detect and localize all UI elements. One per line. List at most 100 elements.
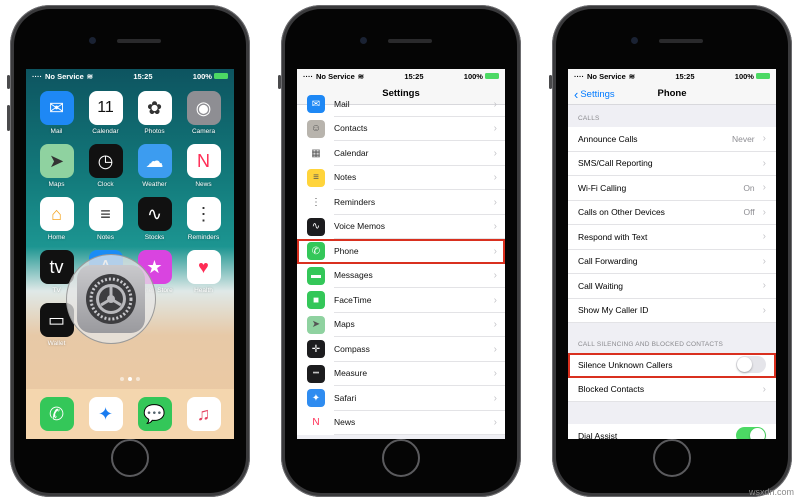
app-home[interactable]: ⌂ Home bbox=[32, 197, 81, 241]
app-notes[interactable]: ≡ Notes bbox=[81, 197, 130, 241]
calls-row-wi-fi-calling[interactable]: Wi-Fi Calling On › bbox=[568, 176, 776, 201]
chevron-right-icon: › bbox=[493, 368, 497, 380]
calls-row-label: Wi-Fi Calling bbox=[578, 182, 627, 193]
home-icon: ⌂ bbox=[39, 197, 74, 231]
settings-row-label: Contacts bbox=[334, 117, 505, 141]
carrier-label: No Service bbox=[316, 71, 355, 81]
wifi-icon: ≋ bbox=[357, 71, 365, 81]
signal-icon: ···· bbox=[574, 71, 584, 81]
settings-row-label: Phone bbox=[334, 239, 505, 264]
mute-switch bbox=[549, 75, 552, 89]
measure-icon: ┅ bbox=[307, 364, 325, 383]
phone-icon[interactable]: ✆ bbox=[39, 397, 74, 431]
calls-row-call-waiting[interactable]: Call Waiting › bbox=[568, 274, 776, 299]
settings-list: ✉ Mail › ☺ Contacts › ▦ Calendar › ≡ Notes › ⋮ Remind… bbox=[297, 92, 505, 435]
status-bar: ···· No Service ≋ 15:25 100% bbox=[297, 69, 505, 83]
settings-row-safari[interactable]: ✦ Safari › bbox=[297, 386, 505, 411]
app-label: Maps bbox=[48, 181, 65, 188]
volume-up-button bbox=[7, 105, 10, 131]
news-icon: N bbox=[186, 144, 221, 178]
app-weather[interactable]: ☁ Weather bbox=[130, 144, 179, 188]
compass-icon: ✛ bbox=[307, 340, 325, 359]
calls-row-respond-with-text[interactable]: Respond with Text › bbox=[568, 225, 776, 250]
back-button[interactable]: ‹ Settings bbox=[574, 83, 615, 105]
silence-unknown-callers-row[interactable]: Silence Unknown Callers bbox=[568, 353, 776, 378]
settings-row-calendar[interactable]: ▦ Calendar › bbox=[297, 141, 505, 166]
dial-assist-row[interactable]: Dial Assist bbox=[568, 424, 776, 439]
calls-row-announce-calls[interactable]: Announce Calls Never › bbox=[568, 127, 776, 152]
tv-icon: tv bbox=[39, 250, 74, 284]
page-dot-active bbox=[128, 377, 132, 381]
music-icon[interactable]: ♫ bbox=[186, 397, 221, 431]
settings-row-reminders[interactable]: ⋮ Reminders › bbox=[297, 190, 505, 215]
calls-row-call-forwarding[interactable]: Call Forwarding › bbox=[568, 249, 776, 274]
dial-assist-toggle[interactable] bbox=[736, 427, 766, 439]
clock-icon: ◷ bbox=[88, 144, 123, 178]
calendar-icon: 11 bbox=[88, 91, 123, 125]
dock: ✆ ✦ 💬 ♫ bbox=[26, 389, 234, 439]
chevron-right-icon: › bbox=[762, 304, 766, 316]
settings-row-compass[interactable]: ✛ Compass › bbox=[297, 337, 505, 362]
home-button[interactable] bbox=[111, 439, 149, 477]
wifi-icon: ≋ bbox=[628, 71, 636, 81]
settings-row-voice-memos[interactable]: ∿ Voice Memos › bbox=[297, 215, 505, 239]
settings-row-messages[interactable]: ▬ Messages › bbox=[297, 264, 505, 288]
app-calendar[interactable]: 11 Calendar bbox=[81, 91, 130, 135]
blocked-contacts-row[interactable]: Blocked Contacts › bbox=[568, 377, 776, 402]
home-screen: ···· No Service ≋ 15:25 100% ✉ Mail 11 Calend… bbox=[26, 69, 234, 439]
app-stocks[interactable]: ∿ Stocks bbox=[130, 197, 179, 241]
messages-icon[interactable]: 💬 bbox=[137, 397, 172, 431]
app-label: Reminders bbox=[187, 234, 220, 241]
earpiece-speaker bbox=[659, 39, 703, 43]
settings-row-notes[interactable]: ≡ Notes › bbox=[297, 166, 505, 190]
settings-row-mail[interactable]: ✉ Mail › bbox=[297, 92, 505, 117]
app-mail[interactable]: ✉ Mail bbox=[32, 91, 81, 135]
front-camera bbox=[631, 37, 638, 44]
app-label: Camera bbox=[191, 128, 216, 135]
app-reminders[interactable]: ⋮ Reminders bbox=[179, 197, 228, 241]
maps-icon: ➤ bbox=[39, 144, 74, 178]
page-indicator[interactable] bbox=[26, 377, 234, 381]
calls-row-label: Announce Calls bbox=[578, 133, 638, 144]
app-camera[interactable]: ◉ Camera bbox=[179, 91, 228, 135]
settings-row-news[interactable]: N News › bbox=[297, 411, 505, 435]
app-clock[interactable]: ◷ Clock bbox=[81, 144, 130, 188]
app-photos[interactable]: ✿ Photos bbox=[130, 91, 179, 135]
settings-row-maps[interactable]: ➤ Maps › bbox=[297, 313, 505, 337]
weather-icon: ☁ bbox=[137, 144, 172, 178]
carrier-label: No Service bbox=[45, 71, 84, 81]
app-label: News bbox=[195, 181, 212, 188]
toggle-knob bbox=[737, 357, 752, 373]
settings-row-facetime[interactable]: ■ FaceTime › bbox=[297, 288, 505, 313]
calls-row-show-my-caller-id[interactable]: Show My Caller ID › bbox=[568, 298, 776, 323]
page-title: Phone bbox=[657, 88, 687, 99]
settings-app-icon[interactable] bbox=[77, 265, 145, 333]
safari-icon[interactable]: ✦ bbox=[88, 397, 123, 431]
home-button[interactable] bbox=[382, 439, 420, 477]
app-maps[interactable]: ➤ Maps bbox=[32, 144, 81, 188]
phone-icon: ✆ bbox=[307, 242, 325, 261]
settings-row-label: News bbox=[334, 411, 505, 435]
facetime-icon: ■ bbox=[307, 291, 325, 310]
status-bar: ···· No Service ≋ 15:25 100% bbox=[568, 69, 776, 83]
home-button[interactable] bbox=[653, 439, 691, 477]
app-health[interactable]: ♥ Health bbox=[179, 250, 228, 294]
safari-icon: ✦ bbox=[307, 389, 325, 408]
app-label: TV bbox=[52, 287, 61, 294]
calls-row-label: Call Waiting bbox=[578, 280, 624, 291]
magnifier bbox=[66, 254, 156, 344]
silence-unknown-callers-toggle[interactable] bbox=[736, 356, 766, 374]
app-news[interactable]: N News bbox=[179, 144, 228, 188]
calls-row-calls-on-other-devices[interactable]: Calls on Other Devices Off › bbox=[568, 200, 776, 225]
notes-icon: ≡ bbox=[307, 168, 325, 187]
messages-icon: ▬ bbox=[307, 266, 325, 285]
chevron-right-icon: › bbox=[762, 157, 766, 169]
calls-row-sms-call-reporting[interactable]: SMS/Call Reporting › bbox=[568, 151, 776, 176]
camera-icon: ◉ bbox=[186, 91, 221, 125]
settings-row-label: Voice Memos bbox=[334, 215, 505, 239]
settings-row-contacts[interactable]: ☺ Contacts › bbox=[297, 117, 505, 141]
settings-row-measure[interactable]: ┅ Measure › bbox=[297, 362, 505, 386]
app-label: Weather bbox=[142, 181, 167, 188]
page-dot bbox=[120, 377, 124, 381]
settings-row-phone[interactable]: ✆ Phone › bbox=[297, 239, 505, 264]
